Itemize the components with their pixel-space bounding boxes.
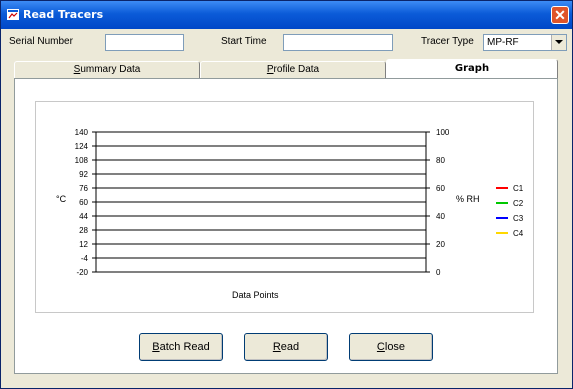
tracer-type-value: MP-RF [487, 37, 519, 48]
legend-entry: C3 [513, 214, 524, 223]
batch-read-mnemonic: B [152, 341, 160, 353]
read-tracers-window: Read Tracers ✕ Serial Number Start Time … [0, 0, 573, 389]
left-tick-label: 108 [75, 156, 89, 165]
tab-profile-mnemonic: P [266, 64, 274, 75]
close-label: lose [384, 341, 406, 353]
legend-entry: C1 [513, 184, 524, 193]
app-icon [7, 9, 19, 20]
legend-entry: C4 [513, 229, 524, 238]
x-axis-label: Data Points [232, 290, 279, 300]
chevron-down-icon [555, 40, 563, 44]
left-tick-label: -4 [81, 254, 89, 263]
close-icon: ✕ [554, 7, 566, 23]
batch-read-label: atch Read [159, 341, 210, 353]
right-tick-label: 60 [436, 184, 445, 193]
left-tick-label: 12 [79, 240, 88, 249]
y-axis-right-label: % RH [456, 194, 480, 204]
right-tick-label: 20 [436, 240, 445, 249]
chart-frame: 140 124 108 92 76 60 44 28 12 -4 -20 100 80 60 40 20 0 … [35, 101, 534, 313]
legend: C1 C2 C3 C4 [496, 184, 524, 238]
left-tick-label: 140 [75, 128, 89, 137]
tab-profile-label: rofile Data [273, 64, 320, 75]
start-time-field[interactable] [283, 34, 393, 51]
left-tick-label: 44 [79, 212, 88, 221]
tracer-type-label: Tracer Type [421, 36, 474, 47]
tab-summary-data[interactable]: Summary Data [14, 61, 200, 78]
left-tick-label: 60 [79, 198, 88, 207]
start-time-label: Start Time [221, 36, 267, 47]
right-axis: 100 80 60 40 20 0 [425, 128, 450, 277]
y-axis-left-label: °C [56, 194, 67, 204]
close-button[interactable]: Close [349, 333, 433, 361]
serial-number-field[interactable] [105, 34, 184, 51]
close-window-button[interactable]: ✕ [551, 6, 569, 24]
chart: 140124108927660442812-4-20 100806040200 … [56, 128, 524, 300]
left-axis: 140 124 108 92 76 60 44 28 12 -4 -20 [75, 128, 97, 277]
left-tick-label: -20 [76, 268, 88, 277]
right-tick-label: 0 [436, 268, 441, 277]
read-button[interactable]: Read [244, 333, 328, 361]
tracer-type-select[interactable]: MP-RF [483, 34, 567, 51]
close-mnemonic: C [376, 341, 385, 353]
batch-read-button[interactable]: Batch Read [139, 333, 223, 361]
right-tick-label: 100 [436, 128, 450, 137]
legend-entry: C2 [513, 199, 524, 208]
window-title: Read Tracers [23, 8, 104, 21]
tab-profile-data[interactable]: Profile Data [200, 61, 386, 78]
tab-graph-label: Graph [454, 63, 490, 74]
tab-graph[interactable]: Graph [386, 59, 558, 79]
left-tick-label: 124 [75, 142, 89, 151]
grid-layer [96, 131, 426, 273]
right-tick-label: 40 [436, 212, 445, 221]
left-tick-label: 76 [79, 184, 88, 193]
title-bar[interactable]: Read Tracers ✕ [1, 1, 572, 29]
dropdown-button[interactable] [551, 35, 566, 50]
read-label: ead [280, 341, 300, 353]
right-tick-label: 80 [436, 156, 445, 165]
tab-summary-label: ummary Data [80, 64, 141, 75]
left-tick-label: 92 [79, 170, 88, 179]
left-tick-label: 28 [79, 226, 88, 235]
read-mnemonic: R [272, 341, 281, 353]
serial-number-label: Serial Number [9, 36, 73, 47]
